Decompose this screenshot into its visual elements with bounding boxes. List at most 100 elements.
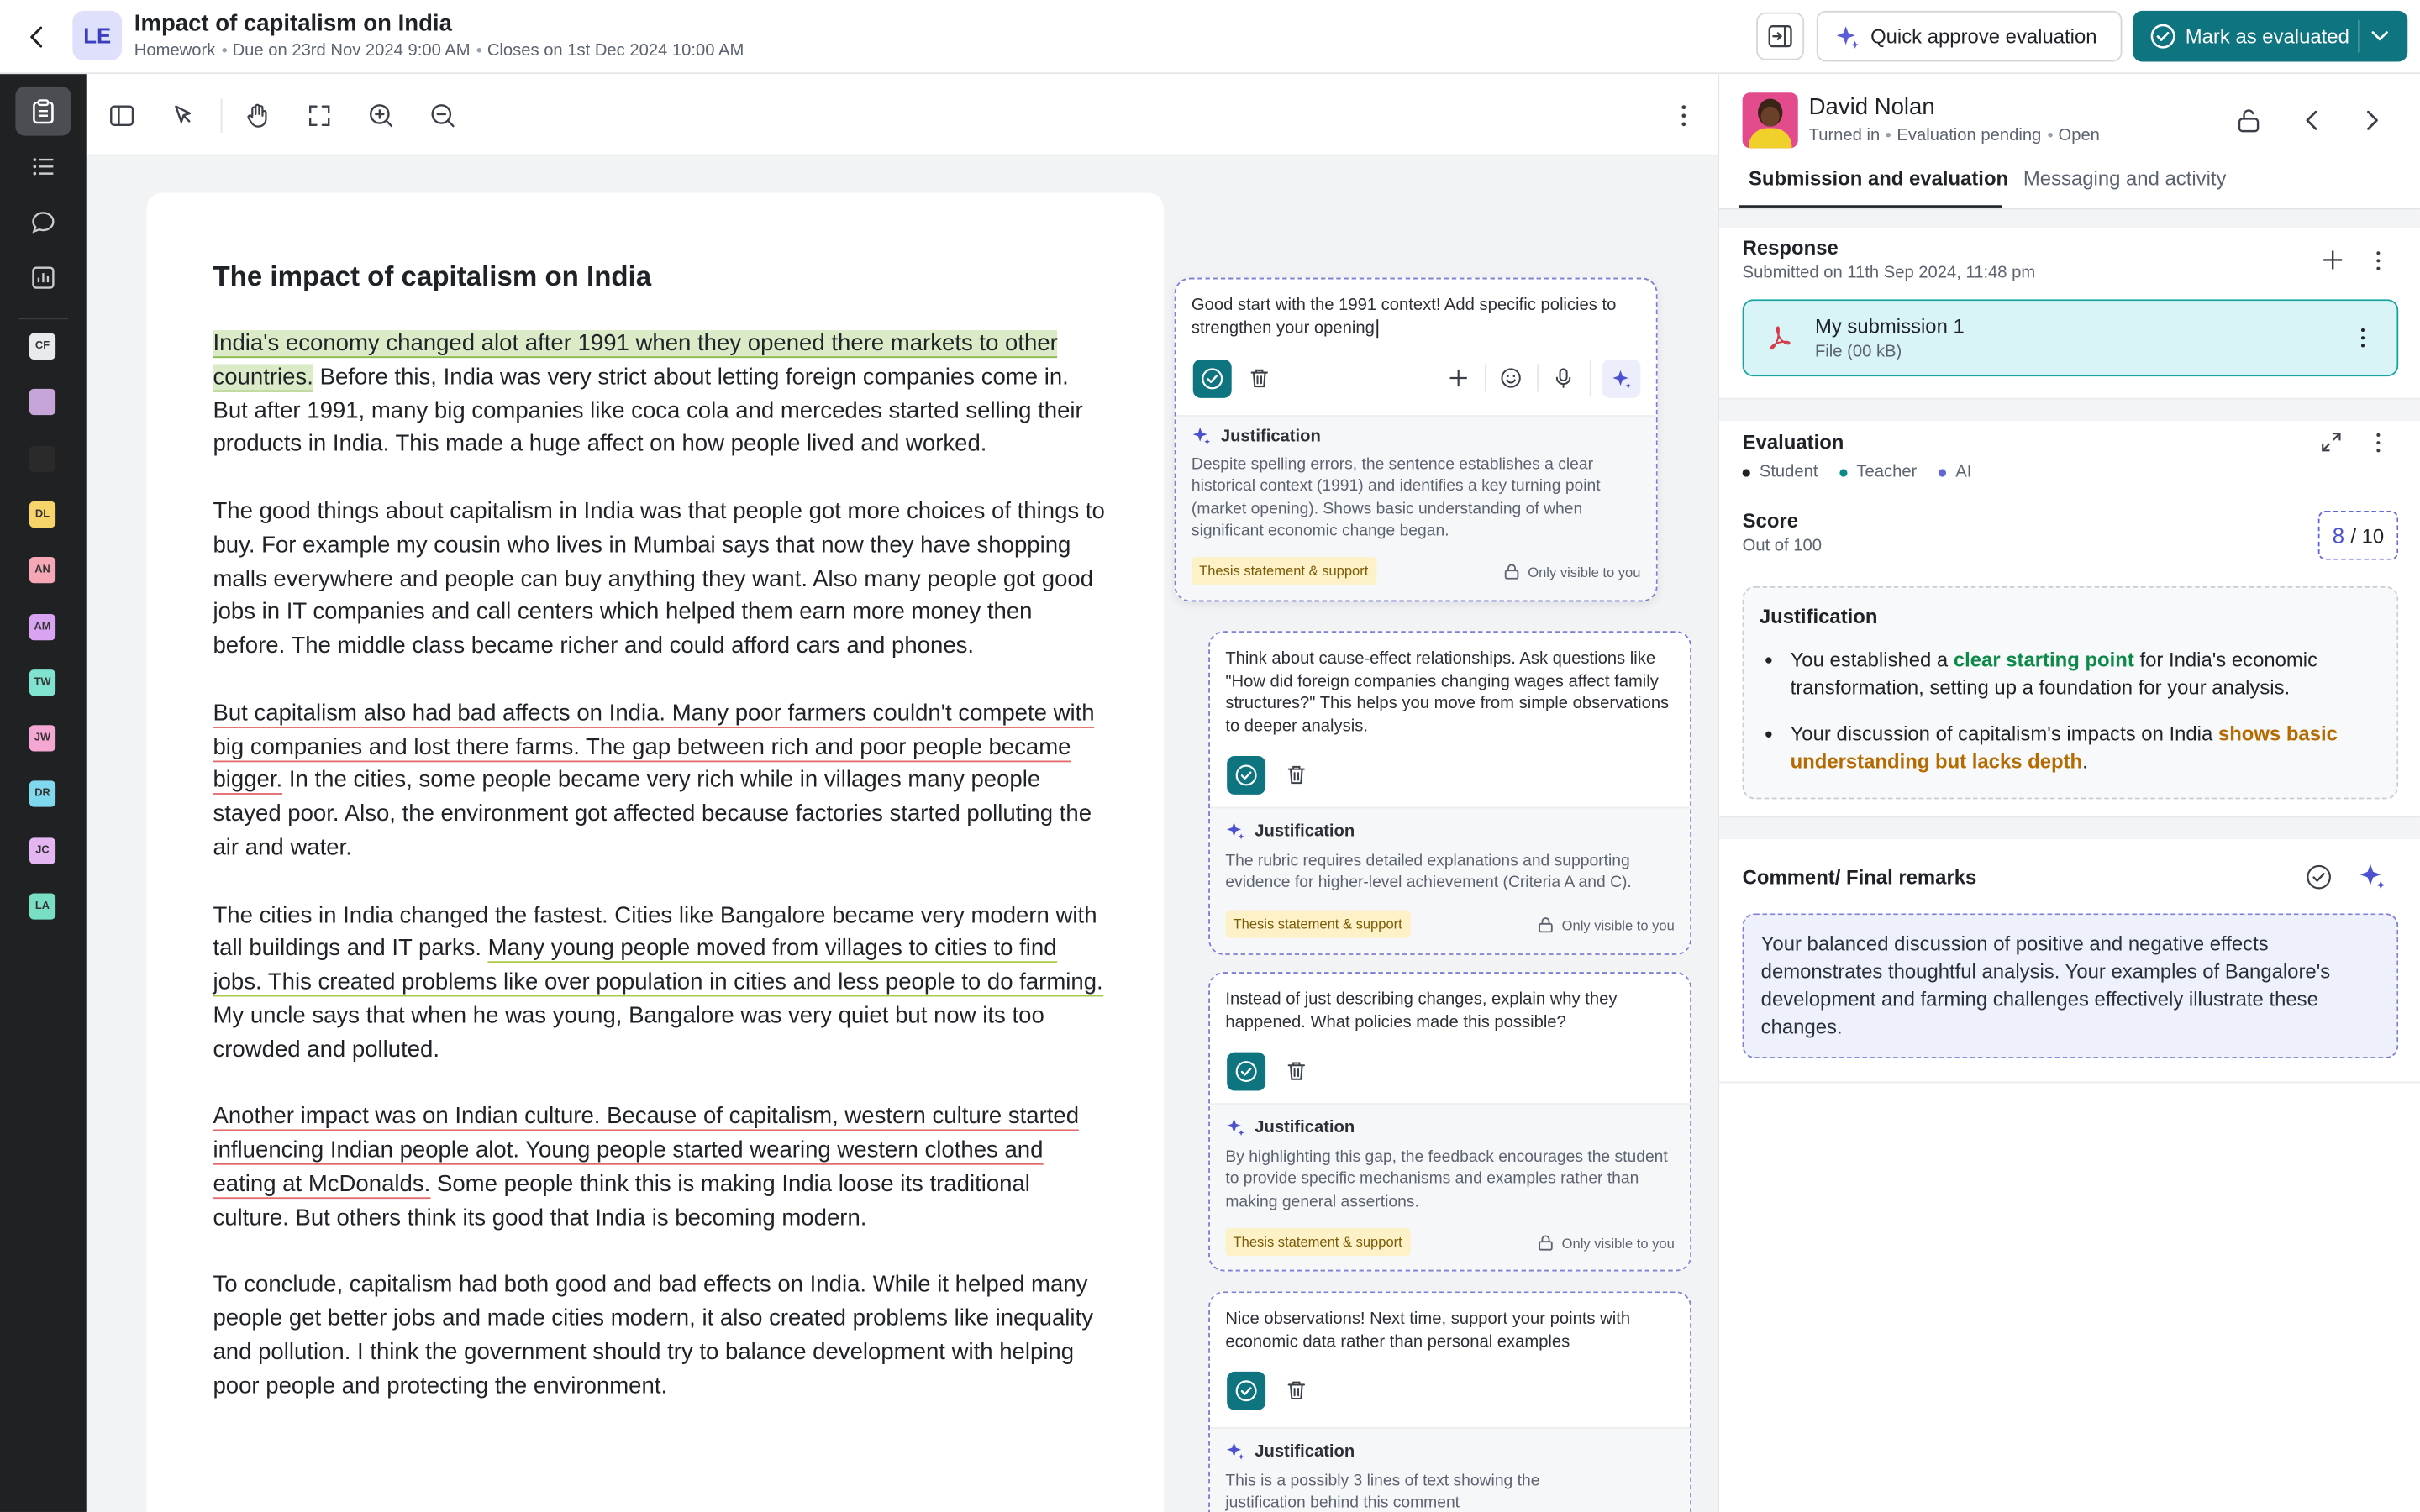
comment-text: Good start with the 1991 context! Add sp… (1191, 296, 1617, 338)
rubric-tag: Thesis statement & support (1225, 910, 1410, 938)
mark-evaluated-label: Mark as evaluated (2185, 24, 2349, 48)
justification-box: Justification This is a possibly 3 lines… (1209, 1426, 1691, 1512)
add-response-icon[interactable] (2321, 249, 2344, 272)
fit-screen-icon[interactable] (304, 100, 335, 131)
justification-box: Justification The rubric requires detail… (1209, 806, 1691, 954)
trash-icon[interactable] (1249, 367, 1270, 389)
legend-label: Teacher (1856, 463, 1918, 482)
comment-card[interactable]: Nice observations! Next time, support yo… (1208, 1291, 1692, 1512)
trash-icon[interactable] (1286, 764, 1307, 785)
comment-card[interactable]: Instead of just describing changes, expl… (1208, 972, 1692, 1272)
evaluation-more-icon[interactable] (2374, 432, 2383, 454)
score-value: 8 (2332, 522, 2345, 549)
mark-evaluated-button[interactable]: Mark as evaluated (2133, 10, 2408, 62)
previous-student-icon[interactable] (2298, 107, 2326, 134)
status-turned-in: Turned in (1808, 126, 1881, 145)
bullet-text: You established a (1790, 648, 1954, 671)
student-avatar[interactable]: DL (29, 501, 56, 528)
justification-heading: Justification (1225, 1441, 1355, 1461)
chevron-down-icon[interactable] (2367, 24, 2391, 48)
score-input[interactable]: 8/ 10 (2317, 510, 2399, 560)
comment-text: Instead of just describing changes, expl… (1225, 990, 1618, 1032)
assignment-meta: Homework Due on 23rd Nov 2024 9:00 AM Clos… (134, 42, 744, 60)
next-student-icon[interactable] (2358, 107, 2386, 134)
approve-comment-button[interactable] (1227, 1052, 1266, 1091)
microphone-icon[interactable] (1553, 367, 1575, 389)
approve-remarks-icon[interactable] (2306, 864, 2332, 890)
justification-text: Despite spelling errors, the sentence es… (1191, 454, 1601, 540)
ai-assist-button[interactable] (1602, 359, 1641, 398)
comment-editor[interactable]: Good start with the 1991 context! Add sp… (1192, 295, 1640, 339)
tab-messaging[interactable]: Messaging and activity (2023, 166, 2227, 190)
trash-icon[interactable] (1286, 1379, 1307, 1401)
check-circle-icon (1202, 368, 1223, 390)
student-avatar[interactable] (29, 389, 56, 416)
comment-text: Think about cause-effect relationships. … (1225, 649, 1670, 736)
sparkle-icon (1192, 427, 1211, 445)
clipboard-icon (33, 98, 54, 123)
response-more-icon[interactable] (2374, 250, 2383, 272)
plus-icon[interactable] (1448, 367, 1470, 389)
evaluation-legend: Student Teacher AI (1742, 463, 1993, 482)
file-more-icon[interactable] (2358, 327, 2367, 349)
hand-pan-icon[interactable] (242, 100, 273, 131)
legend-dot (1839, 468, 1848, 476)
comment-card[interactable]: Think about cause-effect relationships. … (1208, 631, 1692, 955)
paragraph-text: My uncle says that when he was young, Ba… (213, 1002, 1044, 1063)
student-avatar[interactable] (29, 445, 56, 472)
quick-approve-button[interactable]: Quick approve evaluation (1816, 10, 2123, 62)
visibility-label: Only visible to you (1528, 564, 1641, 580)
zoom-out-icon[interactable] (428, 100, 459, 131)
justification-heading: Justification (1759, 604, 1878, 628)
emoji-icon[interactable] (1500, 367, 1522, 389)
back-arrow-icon[interactable] (22, 22, 53, 53)
rail-list[interactable] (15, 142, 71, 192)
justification-bullet: Your discussion of capitalism's impacts … (1765, 721, 2370, 776)
tab-submission[interactable]: Submission and evaluation (1749, 166, 2008, 190)
student-avatar[interactable]: JW (29, 725, 56, 752)
sparkle-icon (1836, 25, 1860, 48)
legend-dot (1939, 468, 1947, 476)
legend-item: Teacher (1839, 463, 1917, 481)
unlock-icon[interactable] (2235, 107, 2263, 134)
student-avatar[interactable]: LA (29, 893, 56, 920)
essay: The impact of capitalism on India India'… (213, 256, 1107, 1437)
student-avatar[interactable]: JC (29, 837, 56, 864)
quick-approve-label: Quick approve evaluation (1870, 24, 2097, 48)
sparkle-icon (1612, 369, 1631, 388)
visibility-label: Only visible to you (1561, 916, 1675, 933)
response-section: Response Submitted on 11th Sep 2024, 11:… (1719, 228, 2420, 400)
student-avatar[interactable]: TW (29, 669, 56, 696)
cursor-icon[interactable] (168, 100, 199, 131)
collapse-panel-button[interactable] (1756, 12, 1805, 60)
panel-arrow-icon (1768, 25, 1792, 48)
approve-comment-button[interactable] (1227, 1371, 1266, 1410)
rail-analytics[interactable] (15, 253, 71, 302)
student-avatar[interactable]: DR (29, 781, 56, 808)
rail-assignments[interactable] (15, 86, 71, 136)
assignment-type: Homework (134, 41, 216, 60)
approve-comment-button[interactable] (1192, 359, 1232, 398)
justification-label: Justification (1255, 822, 1355, 841)
sidebar-toggle-icon[interactable] (107, 100, 138, 131)
student-avatar[interactable]: CF (29, 333, 56, 360)
legend-item: Student (1742, 463, 1818, 482)
trash-icon[interactable] (1286, 1060, 1307, 1082)
student-avatar[interactable]: AN (29, 557, 56, 584)
rubric-tag: Thesis statement & support (1191, 557, 1376, 585)
chart-icon (32, 266, 55, 289)
legend-label: Student (1759, 463, 1818, 482)
essay-paragraph-4: The cities in India changed the fastest.… (213, 899, 1107, 1067)
approve-comment-button[interactable] (1227, 755, 1266, 795)
sparkle-icon[interactable] (2358, 863, 2386, 890)
left-rail: CF DL AN AM TW JW DR JC LA (0, 74, 87, 1512)
final-remarks-text[interactable]: Your balanced discussion of positive and… (1742, 913, 2399, 1058)
rail-messages[interactable] (15, 197, 71, 247)
submission-file[interactable]: My submission 1 File (00 kB) (1742, 299, 2399, 377)
expand-icon[interactable] (2320, 430, 2344, 454)
more-options-icon[interactable] (1668, 100, 1699, 131)
comment-card[interactable]: Good start with the 1991 context! Add sp… (1174, 277, 1658, 602)
zoom-in-icon[interactable] (366, 100, 397, 131)
student-avatar[interactable]: AM (29, 613, 56, 640)
score-max: / 10 (2350, 523, 2385, 548)
